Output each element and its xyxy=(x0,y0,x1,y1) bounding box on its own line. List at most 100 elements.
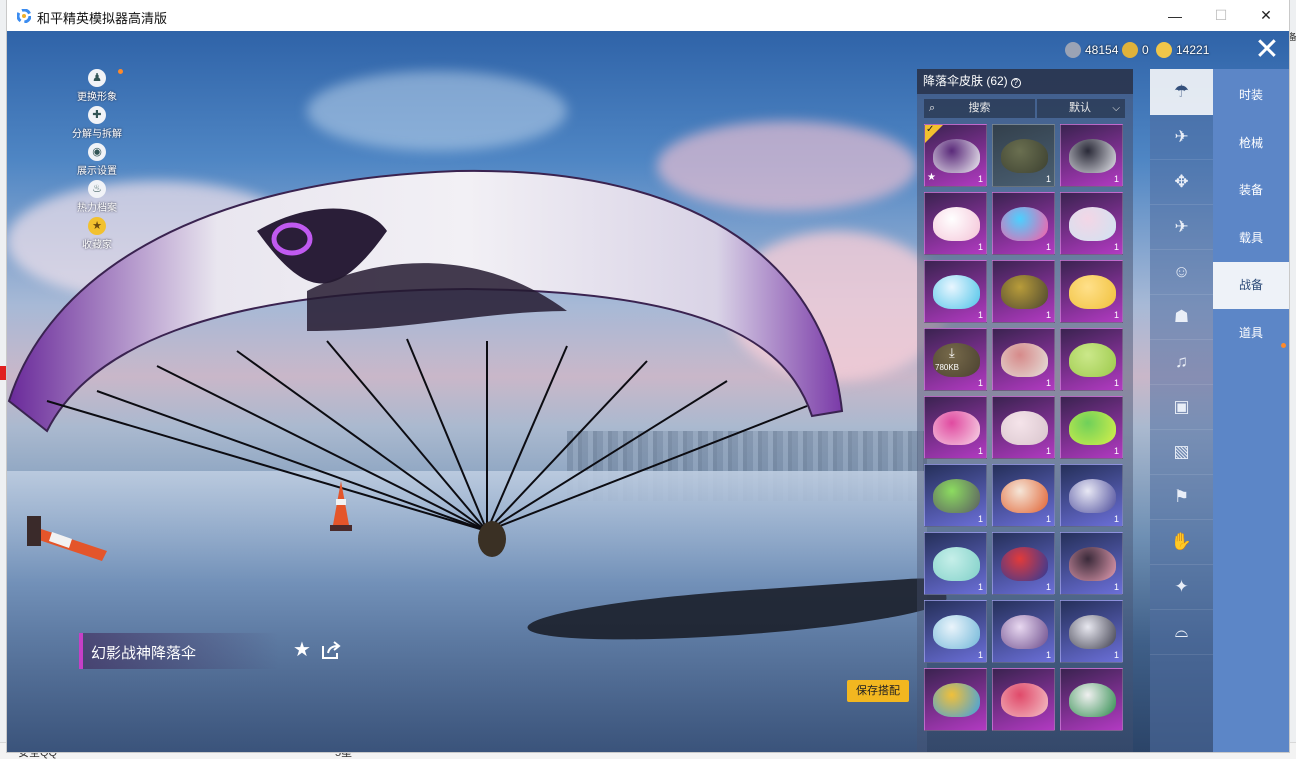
skin-tile[interactable]: 1 xyxy=(992,396,1055,459)
skin-tile[interactable]: 1 xyxy=(992,328,1055,391)
skin-tile[interactable]: 1 xyxy=(992,124,1055,187)
skin-tile[interactable]: 1 xyxy=(1060,260,1123,323)
skin-quantity: 1 xyxy=(977,582,983,592)
app-logo-icon xyxy=(17,9,31,23)
skin-tile[interactable]: 1 xyxy=(924,532,987,595)
skin-tile[interactable]: 1 xyxy=(1060,464,1123,527)
skin-quantity: 1 xyxy=(977,650,983,660)
skin-quantity: 1 xyxy=(1045,242,1051,252)
emote-face-icon[interactable]: ☺ xyxy=(1150,249,1213,295)
gold-token-icon xyxy=(1122,42,1138,58)
parachute-thumbnail xyxy=(933,547,980,581)
skin-quantity: 1 xyxy=(1113,310,1119,320)
parachute-preview xyxy=(7,169,844,557)
skin-tile[interactable]: 1 xyxy=(992,600,1055,663)
backpack-pendant-icon[interactable]: ▣ xyxy=(1150,384,1213,430)
window-title: 和平精英模拟器高清版 xyxy=(37,11,168,26)
menu-heat-archive[interactable]: ♨ 热力档案 xyxy=(67,180,127,217)
save-outfit-button[interactable]: 保存搭配 xyxy=(847,680,909,702)
skin-quantity: 1 xyxy=(1045,446,1051,456)
desktop-corner-text: 备 xyxy=(1288,32,1296,42)
menu-decompose[interactable]: ✚ 分解与拆解 xyxy=(67,106,127,143)
extinguisher-icon[interactable]: ⚑ xyxy=(1150,474,1213,520)
menu-label: 展示设置 xyxy=(77,166,117,177)
skin-tile[interactable] xyxy=(924,668,987,731)
currency-gold: 14221 xyxy=(1156,41,1209,59)
menu-collector[interactable]: ★ 收藏家 xyxy=(67,217,127,254)
skin-search-input[interactable]: ⌕ 搜索 xyxy=(924,99,1035,118)
chevron-down-icon: ⌵ xyxy=(1112,103,1120,114)
skin-tile[interactable]: 1 xyxy=(1060,328,1123,391)
skin-tile[interactable]: 1 xyxy=(992,464,1055,527)
skin-tile[interactable]: 1 xyxy=(924,396,987,459)
minimize-button[interactable]: — xyxy=(1152,0,1198,31)
skin-tile[interactable]: 1 xyxy=(1060,124,1123,187)
tab-3[interactable]: 载具 xyxy=(1213,215,1289,262)
airplane-icon[interactable]: ✈ xyxy=(1150,204,1213,250)
game-scene: ♟ 更换形象 ✚ 分解与拆解 ◉ 展示设置 ♨ 热力档案 ★ 收藏家 48154… xyxy=(7,31,1289,752)
skin-quantity: 1 xyxy=(1045,582,1051,592)
notification-dot xyxy=(118,69,123,74)
skin-tile[interactable]: 1 xyxy=(924,464,987,527)
hand-gesture-icon[interactable]: ✋ xyxy=(1150,519,1213,565)
skin-quantity: 1 xyxy=(1113,242,1119,252)
tab-5[interactable]: 道具 xyxy=(1213,310,1289,357)
menu-change-appearance[interactable]: ♟ 更换形象 xyxy=(67,69,127,106)
sort-select[interactable]: 默认 ⌵ xyxy=(1037,99,1125,118)
skin-quantity: 1 xyxy=(977,378,983,388)
tab-2[interactable]: 装备 xyxy=(1213,167,1289,214)
ufo-icon[interactable]: ⌓ xyxy=(1150,609,1213,655)
sort-value: 默认 xyxy=(1069,102,1091,114)
skin-quantity: 1 xyxy=(1045,310,1051,320)
puzzle-icon: ✚ xyxy=(88,106,106,124)
menu-label: 收藏家 xyxy=(82,240,112,251)
star-icon: ★ xyxy=(927,172,936,183)
gold-coin-icon xyxy=(1156,42,1172,58)
photo-frame-icon[interactable]: ▧ xyxy=(1150,429,1213,475)
title-bar[interactable]: 和平精英模拟器高清版 — ☐ ✕ xyxy=(7,0,1289,31)
eye-icon: ◉ xyxy=(88,143,106,161)
menu-label: 分解与拆解 xyxy=(72,129,122,140)
close-window-button[interactable]: ✕ xyxy=(1243,0,1289,31)
parachute-thumbnail xyxy=(1001,275,1048,309)
menu-label: 更换形象 xyxy=(77,92,117,103)
skin-tile[interactable] xyxy=(992,668,1055,731)
help-icon[interactable]: ? xyxy=(1010,78,1021,88)
tab-4[interactable]: 战备 xyxy=(1213,262,1289,309)
tab-1[interactable]: 枪械 xyxy=(1213,120,1289,167)
parachute-icon[interactable]: ☂ xyxy=(1150,69,1213,115)
traffic-cone-small xyxy=(330,481,352,531)
skin-quantity: 1 xyxy=(1113,582,1119,592)
parachute-thumbnail xyxy=(1069,275,1116,309)
maximize-button[interactable]: ☐ xyxy=(1198,0,1244,31)
skin-tile[interactable]: 1 xyxy=(924,260,987,323)
skin-tile[interactable]: 1 xyxy=(1060,532,1123,595)
skin-tile[interactable]: 1 xyxy=(992,192,1055,255)
robot-pet-icon[interactable]: ☗ xyxy=(1150,294,1213,340)
close-icon[interactable]: ✕ xyxy=(1252,35,1282,66)
speaker-icon[interactable]: ♫ xyxy=(1150,339,1213,385)
share-icon[interactable] xyxy=(320,640,342,660)
parachute-thumbnail xyxy=(1001,547,1048,581)
plane-trail-icon[interactable]: ✈ xyxy=(1150,114,1213,160)
favorite-star-icon[interactable]: ★ xyxy=(293,639,315,661)
skin-tile[interactable]: 1 xyxy=(1060,600,1123,663)
skin-tile[interactable]: 1 xyxy=(1060,396,1123,459)
tab-0[interactable]: 时装 xyxy=(1213,72,1289,119)
skin-tile[interactable]: ⤓ 780KB 1 xyxy=(924,328,987,391)
skin-tile[interactable] xyxy=(1060,668,1123,731)
category-icon-rail: ☂ ✈ ✥ ✈ ☺ ☗ ♫ ▣ ▧ ⚑ ✋ ✦ ⌓ xyxy=(1150,69,1213,752)
magic-wand-icon[interactable]: ✦ xyxy=(1150,564,1213,610)
skin-tile[interactable]: ✓ ★ 1 xyxy=(924,124,987,187)
skin-tile[interactable]: 1 xyxy=(924,600,987,663)
parachute-thumbnail xyxy=(1069,615,1116,649)
menu-display-settings[interactable]: ◉ 展示设置 xyxy=(67,143,127,180)
parachute-thumbnail xyxy=(1001,411,1048,445)
skin-quantity: 1 xyxy=(977,174,983,184)
drone-icon[interactable]: ✥ xyxy=(1150,159,1213,205)
skin-tile[interactable]: 1 xyxy=(1060,192,1123,255)
parachute-thumbnail xyxy=(933,139,980,173)
skin-tile[interactable]: 1 xyxy=(992,260,1055,323)
skin-tile[interactable]: 1 xyxy=(992,532,1055,595)
skin-tile[interactable]: 1 xyxy=(924,192,987,255)
